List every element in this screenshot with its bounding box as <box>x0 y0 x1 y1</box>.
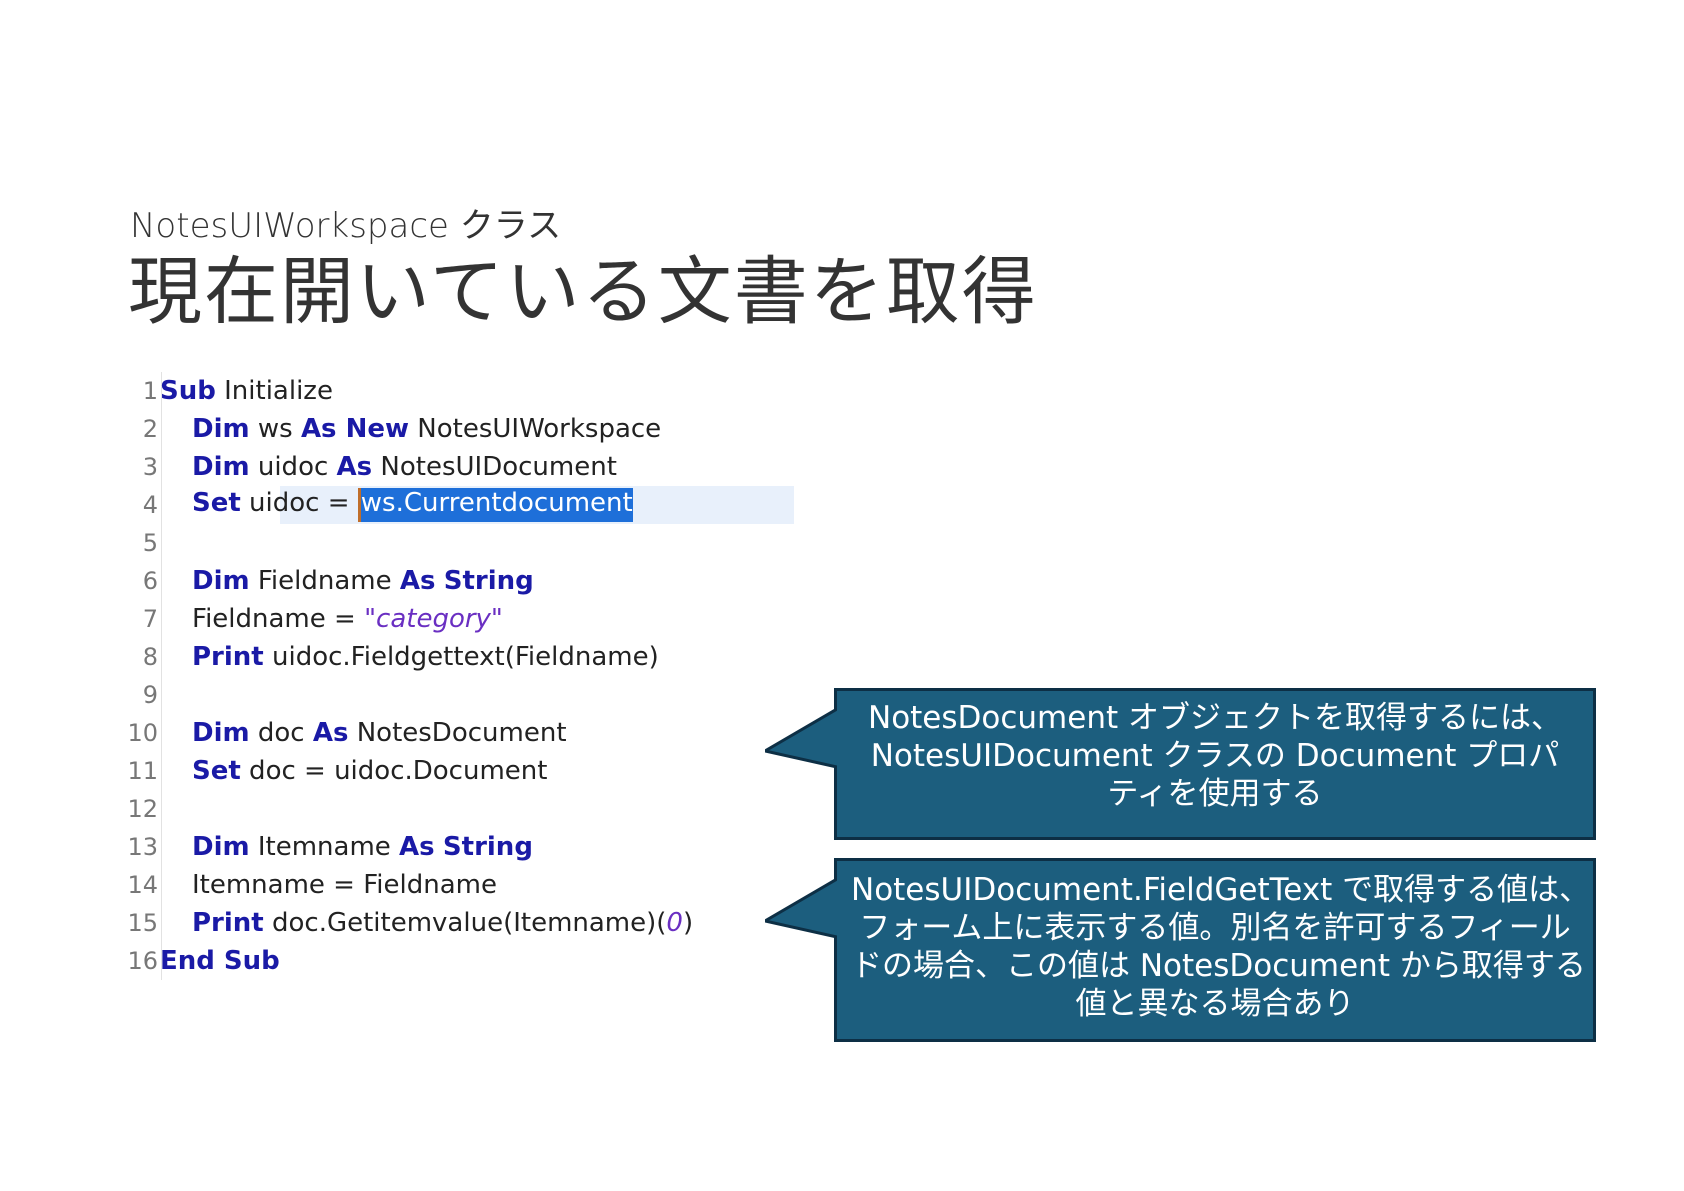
string-literal: "category" <box>364 604 503 634</box>
keyword: Dim <box>192 414 250 444</box>
callout-pointer <box>765 709 837 769</box>
code-token: uidoc <box>249 452 337 482</box>
code-text: Dim doc As NotesDocument <box>158 718 567 748</box>
code-line: 10 Dim doc As NotesDocument <box>118 714 678 752</box>
code-text: Dim ws As New NotesUIWorkspace <box>158 414 661 444</box>
code-line: 2 Dim ws As New NotesUIWorkspace <box>118 410 678 448</box>
selected-text[interactable]: ws.Currentdocument <box>360 488 633 522</box>
number-literal: 0 <box>666 908 683 938</box>
code-token: NotesDocument <box>348 718 567 748</box>
line-number: 16 <box>127 947 158 975</box>
callout-text-line: NotesDocument オブジェクトを取得するには、 <box>868 700 1562 736</box>
code-text: Dim Itemname As String <box>158 832 533 862</box>
code-line: 3 Dim uidoc As NotesUIDocument <box>118 448 678 486</box>
code-token: Itemname = Fieldname <box>192 870 497 900</box>
keyword: As <box>312 718 349 748</box>
callout-text-line: NotesUIDocument クラスの Document プロパ <box>870 738 1560 774</box>
code-token: Fieldname <box>249 566 400 596</box>
keyword: Print <box>192 642 264 672</box>
code-token: ws <box>249 414 301 444</box>
keyword: Dim <box>192 452 250 482</box>
code-line: 15 Print doc.Getitemvalue(Itemname)(0) <box>118 904 693 942</box>
code-text: Set uidoc = ws.Currentdocument <box>158 488 633 522</box>
code-line: 16 End Sub <box>118 942 678 980</box>
line-number: 5 <box>142 529 158 557</box>
line-number: 2 <box>142 415 158 443</box>
keyword: String <box>443 566 534 596</box>
keyword: Dim <box>192 566 250 596</box>
line-number: 1 <box>142 377 158 405</box>
line-number: 6 <box>142 567 158 595</box>
line-number: 15 <box>127 909 158 937</box>
keyword: Print <box>192 908 264 938</box>
callout-text-line: ドの場合、この値は NotesDocument から取得する <box>851 948 1586 984</box>
code-listing: 1 Sub Initialize 2 Dim ws As New NotesUI… <box>118 372 794 980</box>
code-line: 11 Set doc = uidoc.Document <box>118 752 678 790</box>
line-number: 14 <box>127 871 158 899</box>
code-text: Set doc = uidoc.Document <box>158 756 547 786</box>
keyword: As <box>399 566 436 596</box>
callout-text-line: 値と異なる場合あり <box>1075 986 1355 1022</box>
callout-pointer <box>765 879 837 939</box>
code-line: 14 Itemname = Fieldname <box>118 866 678 904</box>
callout-text-line: ティを使用する <box>1107 776 1323 812</box>
code-line-current[interactable]: 4 Set uidoc = ws.Currentdocument <box>118 486 794 524</box>
keyword: End Sub <box>160 946 280 976</box>
line-number: 9 <box>142 681 158 709</box>
code-token: doc = uidoc.Document <box>240 756 548 786</box>
line-number: 3 <box>142 453 158 481</box>
keyword: Set <box>192 488 241 518</box>
code-token: ) <box>682 908 694 938</box>
line-number: 10 <box>127 719 158 747</box>
code-token: Initialize <box>215 376 333 406</box>
line-number: 7 <box>142 605 158 633</box>
code-token: doc.Getitemvalue(Itemname)( <box>263 908 667 938</box>
code-line: 12 <box>118 790 678 828</box>
code-text: Print doc.Getitemvalue(Itemname)(0) <box>158 908 693 938</box>
keyword: As <box>399 832 435 862</box>
line-number: 4 <box>142 491 158 519</box>
code-line: 8 Print uidoc.Fieldgettext(Fieldname) <box>118 638 678 676</box>
line-number: 12 <box>127 795 158 823</box>
callout-text-line: NotesUIDocument.FieldGetText で取得する値は、 <box>851 872 1591 908</box>
code-text: Print uidoc.Fieldgettext(Fieldname) <box>158 642 659 672</box>
code-line: 5 <box>118 524 678 562</box>
code-token: NotesUIDocument <box>372 452 617 482</box>
code-line: 7 Fieldname = "category" <box>118 600 678 638</box>
code-token: NotesUIWorkspace <box>409 414 662 444</box>
code-token: Fieldname = <box>192 604 365 634</box>
code-token: doc <box>249 718 313 748</box>
callout-fieldgettext-note: NotesUIDocument.FieldGetText で取得する値は、 フォ… <box>765 858 1596 1042</box>
keyword: Dim <box>192 718 250 748</box>
keyword: Dim <box>192 832 250 862</box>
code-text: Dim uidoc As NotesUIDocument <box>158 452 617 482</box>
code-line: 6 Dim Fieldname As String <box>118 562 678 600</box>
code-text: Fieldname = "category" <box>158 604 503 634</box>
keyword: Set <box>192 756 241 786</box>
code-text: Dim Fieldname As String <box>158 566 534 596</box>
keyword: As <box>336 452 373 482</box>
keyword: String <box>442 832 533 862</box>
slide-title: 現在開いている文書を取得 <box>128 249 1038 335</box>
keyword: New <box>336 414 410 444</box>
code-token: uidoc = <box>240 488 358 518</box>
keyword: As <box>300 414 337 444</box>
code-text: Sub Initialize <box>158 376 333 406</box>
code-line: 13 Dim Itemname As String <box>118 828 678 866</box>
keyword: Sub <box>160 376 216 406</box>
line-number: 8 <box>142 643 158 671</box>
line-number: 13 <box>127 833 158 861</box>
code-text: End Sub <box>158 946 280 976</box>
code-line: 1 Sub Initialize <box>118 372 678 410</box>
code-token: uidoc.Fieldgettext(Fieldname) <box>263 642 659 672</box>
line-number: 11 <box>127 757 158 785</box>
code-line: 9 <box>118 676 678 714</box>
code-token: Itemname <box>249 832 400 862</box>
callout-document-property: NotesDocument オブジェクトを取得するには、 NotesUIDocu… <box>765 688 1596 840</box>
callout-text-line: フォーム上に表示する値。別名を許可するフィール <box>859 910 1571 946</box>
code-text: Itemname = Fieldname <box>158 870 497 900</box>
